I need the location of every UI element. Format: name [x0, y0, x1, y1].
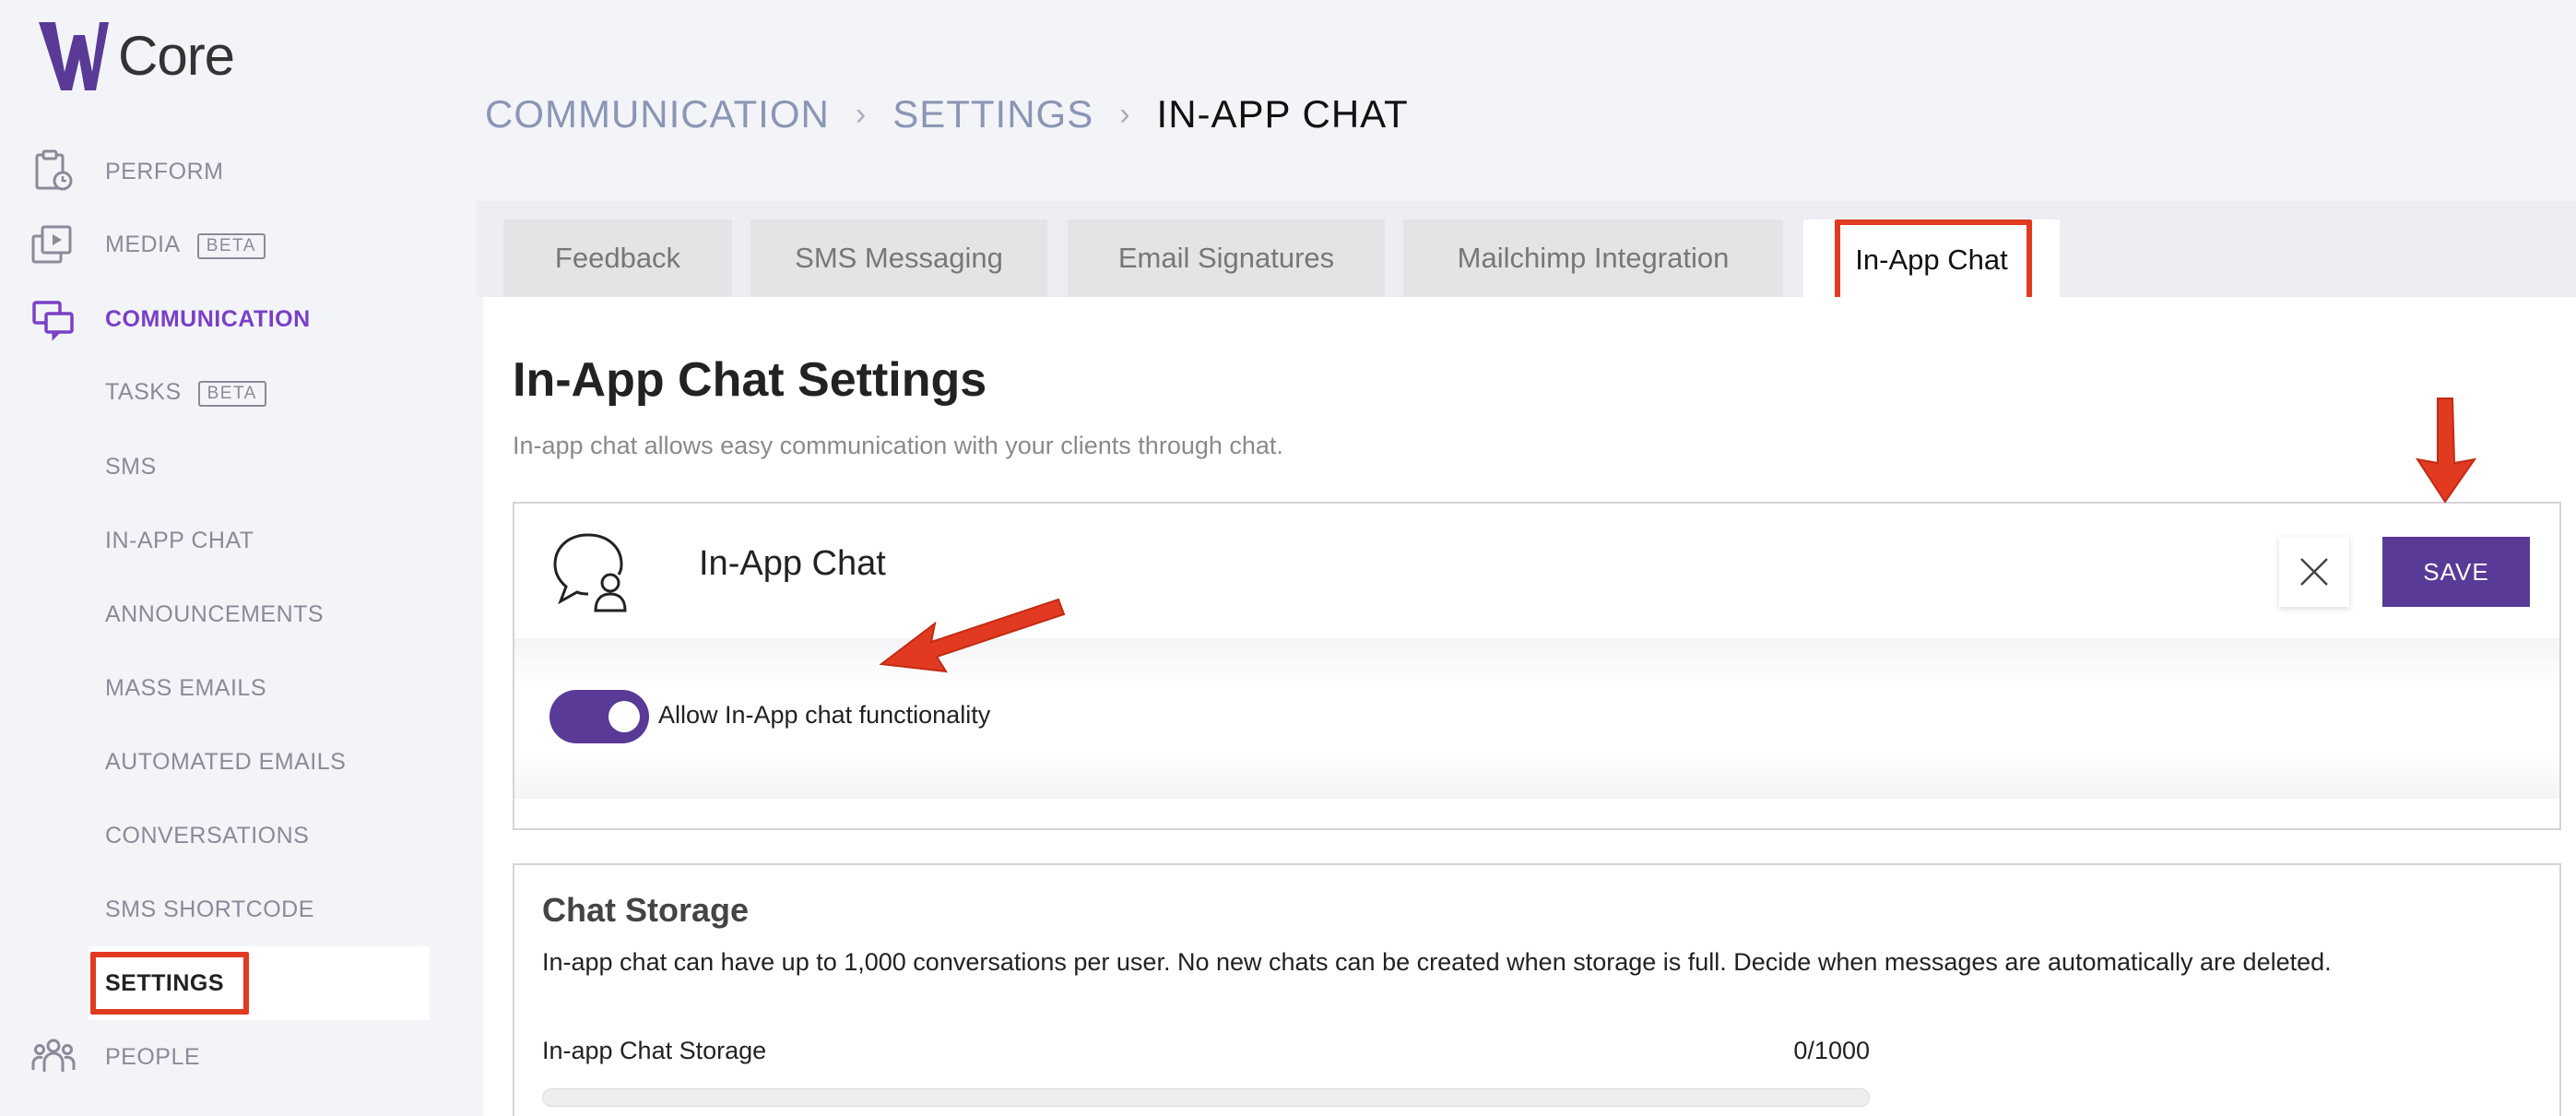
- logo-mark-icon: [39, 22, 109, 90]
- clipboard-icon: [35, 149, 73, 191]
- sidebar-subitem-mass-emails[interactable]: MASS EMAILS: [0, 651, 433, 725]
- chat-user-icon: [553, 533, 627, 612]
- in-app-chat-card: In-App Chat SAVE Allow In-App chat funct…: [513, 502, 2561, 830]
- storage-label: In-app Chat Storage: [542, 1037, 767, 1064]
- card-title: In-App Chat: [699, 544, 886, 583]
- tab-sms-messaging[interactable]: SMS Messaging: [750, 220, 1047, 297]
- people-icon: [31, 1039, 76, 1072]
- breadcrumb-item-current: IN-APP CHAT: [1156, 92, 1409, 136]
- page-description: In-app chat allows easy communication wi…: [513, 432, 1283, 459]
- sidebar-item-label: TASKS: [105, 379, 182, 406]
- storage-count: 0/1000: [1793, 1037, 1870, 1064]
- chevron-right-icon: ›: [855, 96, 868, 132]
- sidebar-item-communication[interactable]: COMMUNICATION: [0, 282, 433, 356]
- close-icon: [2300, 558, 2328, 586]
- media-icon: [31, 225, 72, 264]
- tab-email-signatures[interactable]: Email Signatures: [1068, 220, 1385, 297]
- card-body: Allow In-App chat functionality: [514, 638, 2559, 799]
- chat-bubbles-icon: [32, 301, 74, 341]
- sidebar-subitem-in-app-chat[interactable]: IN-APP CHAT: [0, 504, 433, 577]
- sidebar: Core PERFORM MEDIA BETA COMMUNICATION TAS…: [0, 0, 443, 1116]
- annotation-box-settings: [90, 952, 249, 1015]
- breadcrumb: COMMUNICATION › SETTINGS › IN-APP CHAT: [485, 92, 1409, 137]
- chevron-right-icon: ›: [1119, 96, 1131, 132]
- storage-card-title: Chat Storage: [542, 891, 750, 929]
- sidebar-item-media[interactable]: MEDIA BETA: [0, 208, 433, 282]
- page-title: In-App Chat Settings: [513, 353, 987, 407]
- toggle-label: Allow In-App chat functionality: [658, 701, 991, 729]
- beta-badge: BETA: [197, 380, 266, 407]
- toggle-knob: [609, 701, 640, 732]
- save-button[interactable]: SAVE: [2382, 537, 2530, 607]
- breadcrumb-item-settings[interactable]: SETTINGS: [892, 92, 1093, 137]
- logo-text: Core: [118, 24, 235, 87]
- sidebar-subitem-announcements[interactable]: ANNOUNCEMENTS: [0, 577, 433, 651]
- storage-card-description: In-app chat can have up to 1,000 convers…: [542, 948, 2332, 976]
- close-button[interactable]: [2279, 537, 2349, 607]
- annotation-arrow-down-icon: [2415, 398, 2477, 504]
- breadcrumb-item-communication[interactable]: COMMUNICATION: [485, 92, 830, 137]
- sidebar-subitem-conversations[interactable]: CONVERSATIONS: [0, 799, 433, 873]
- storage-progress-bar: [542, 1088, 1870, 1107]
- sidebar-subitem-automated-emails[interactable]: AUTOMATED EMAILS: [0, 725, 433, 799]
- chat-storage-card: Chat Storage In-app chat can have up to …: [513, 863, 2561, 1116]
- beta-badge: BETA: [196, 232, 266, 259]
- annotation-arrow-left-icon: [879, 598, 1066, 673]
- sidebar-subitem-sms[interactable]: SMS: [0, 430, 433, 504]
- settings-tabs: Feedback SMS Messaging Email Signatures …: [476, 201, 2576, 301]
- sidebar-item-people[interactable]: PEOPLE: [0, 1020, 433, 1094]
- app-logo[interactable]: Core: [35, 17, 235, 94]
- card-header: In-App Chat SAVE: [514, 504, 2559, 638]
- sidebar-item-perform[interactable]: PERFORM: [0, 135, 433, 208]
- allow-chat-toggle[interactable]: [549, 690, 649, 743]
- main-panel: In-App Chat Settings In-app chat allows …: [483, 297, 2576, 1116]
- sidebar-subitem-sms-shortcode[interactable]: SMS SHORTCODE: [0, 873, 433, 946]
- tab-feedback[interactable]: Feedback: [503, 220, 732, 297]
- tab-mailchimp-integration[interactable]: Mailchimp Integration: [1403, 220, 1783, 297]
- sidebar-item-label: MEDIA: [105, 232, 181, 258]
- sidebar-subitem-tasks[interactable]: TASKS BETA: [0, 356, 433, 430]
